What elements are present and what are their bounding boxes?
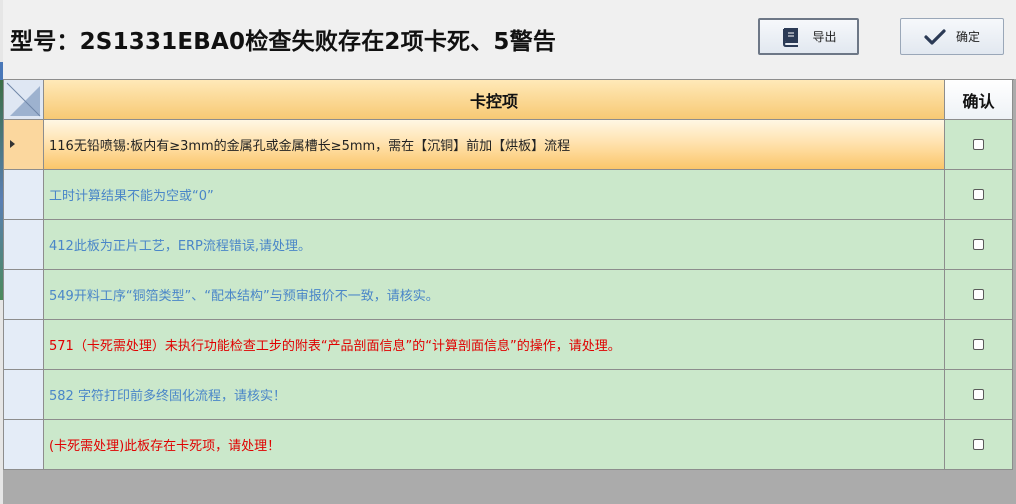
check-item-cell[interactable]: 412此板为正片工艺，ERP流程错误,请处理。 [44,220,945,270]
row-header[interactable] [4,320,44,370]
confirm-cell [945,270,1013,320]
table-row[interactable]: 412此板为正片工艺，ERP流程错误,请处理。 [4,220,1014,270]
check-item-cell[interactable]: 571（卡死需处理）未执行功能检查工步的附表“产品剖面信息”的“计算剖面信息”的… [44,320,945,370]
table-row[interactable]: 582 字符打印前多终固化流程，请核实！ [4,370,1014,420]
table-row[interactable]: 工时计算结果不能为空或“0” [4,170,1014,220]
confirm-button[interactable]: 确定 [900,18,1004,55]
table-row[interactable]: 116无铅喷锡:板内有≥3mm的金属孔或金属槽长≥5mm，需在【沉铜】前加【烘板… [4,120,1014,170]
row-header[interactable] [4,420,44,470]
row-header[interactable] [4,220,44,270]
check-item-cell[interactable]: 工时计算结果不能为空或“0” [44,170,945,220]
export-button[interactable]: 导出 [758,18,859,55]
confirm-checkbox[interactable] [973,289,984,300]
confirm-cell [945,420,1013,470]
check-items-grid: 卡控项 确认 116无铅喷锡:板内有≥3mm的金属孔或金属槽长≥5mm，需在【沉… [3,79,1016,504]
page-title: 型号：2S1331EBA0检查失败存在2项卡死、5警告 [10,29,557,55]
row-header[interactable] [4,120,44,170]
export-label: 导出 [812,30,837,44]
row-header[interactable] [4,270,44,320]
confirm-checkbox[interactable] [973,439,984,450]
column-header-confirm[interactable]: 确认 [945,80,1013,120]
confirm-checkbox[interactable] [973,189,984,200]
row-header[interactable] [4,170,44,220]
book-icon [780,27,802,47]
confirm-cell [945,370,1013,420]
checkmark-icon [924,28,946,46]
confirm-checkbox[interactable] [973,239,984,250]
grid-header-row: 卡控项 确认 [4,80,1014,120]
confirm-checkbox[interactable] [973,389,984,400]
current-row-arrow-icon [10,140,15,148]
confirm-cell [945,220,1013,270]
check-item-cell[interactable]: 582 字符打印前多终固化流程，请核实！ [44,370,945,420]
confirm-cell [945,120,1013,170]
confirm-label: 确定 [955,30,980,44]
column-header-check-item[interactable]: 卡控项 [44,80,945,120]
confirm-checkbox[interactable] [973,139,984,150]
select-all-corner[interactable] [4,80,44,120]
confirm-cell [945,170,1013,220]
table-row[interactable]: (卡死需处理)此板存在卡死项，请处理！ [4,420,1014,470]
row-header[interactable] [4,370,44,420]
check-item-cell[interactable]: (卡死需处理)此板存在卡死项，请处理！ [44,420,945,470]
table-row[interactable]: 571（卡死需处理）未执行功能检查工步的附表“产品剖面信息”的“计算剖面信息”的… [4,320,1014,370]
confirm-checkbox[interactable] [973,339,984,350]
check-item-cell[interactable]: 549开料工序“铜箔类型”、“配本结构”与预审报价不一致，请核实。 [44,270,945,320]
confirm-cell [945,320,1013,370]
check-item-cell[interactable]: 116无铅喷锡:板内有≥3mm的金属孔或金属槽长≥5mm，需在【沉铜】前加【烘板… [44,120,945,170]
table-row[interactable]: 549开料工序“铜箔类型”、“配本结构”与预审报价不一致，请核实。 [4,270,1014,320]
